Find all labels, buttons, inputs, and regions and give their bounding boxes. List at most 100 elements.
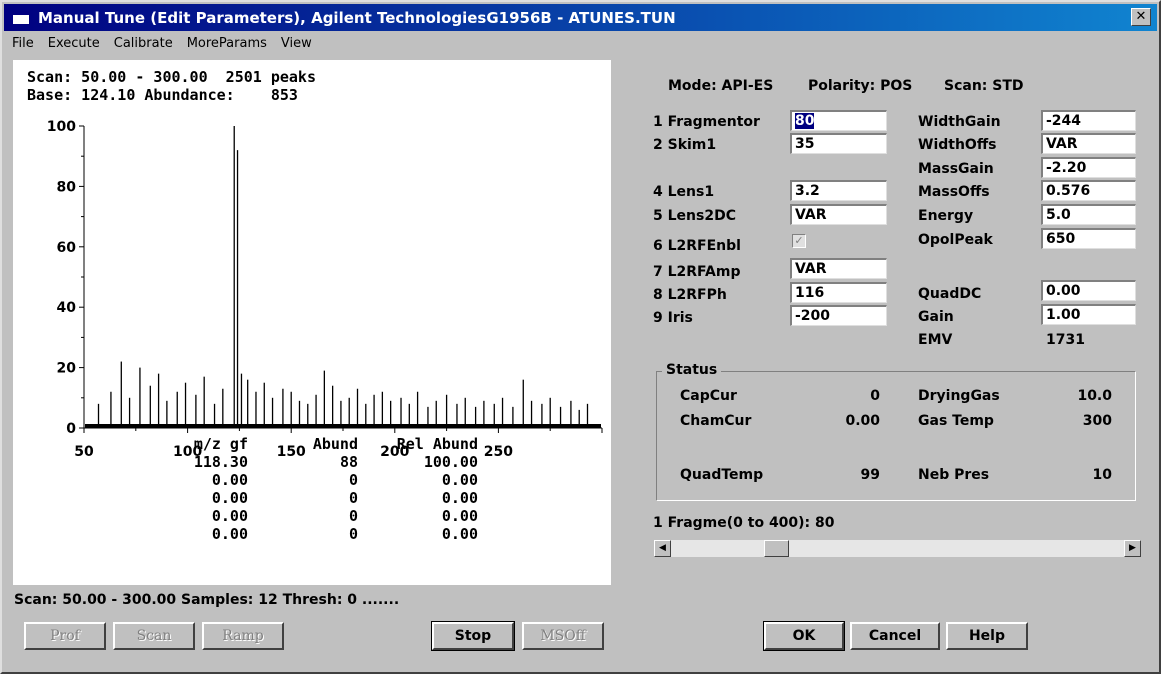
scan-button[interactable]: Scan [113, 622, 195, 650]
scan-status-text: Scan: 50.00 - 300.00 Samples: 12 Thresh:… [14, 592, 400, 608]
status-label-nebpres: Neb Pres [918, 467, 990, 483]
y-tick-label: 100 [47, 119, 76, 135]
status-value-chamcur: 0.00 [845, 413, 880, 429]
param-label-l2rfamp: 7 L2RFAmp [653, 264, 741, 280]
status-label-chamcur: ChamCur [680, 413, 752, 429]
param-label-l2rfenbl: 6 L2RFEnbl [653, 238, 741, 254]
cell-abund: 0 [348, 507, 358, 525]
param-label-fragmentor: 1 Fragmentor [653, 114, 760, 130]
skim1-field[interactable]: 35 [790, 133, 887, 154]
param-label-gain: Gain [918, 309, 954, 325]
status-value-quadtemp: 99 [860, 467, 880, 483]
quaddc-field[interactable]: 0.00 [1041, 280, 1136, 301]
param-label-energy: Energy [918, 208, 974, 224]
status-value-capcur: 0 [870, 388, 880, 404]
y-tick-label: 40 [57, 300, 77, 316]
status-value-gastemp: 300 [1082, 413, 1112, 429]
y-tick-label: 80 [57, 179, 77, 195]
menu-bar: File Execute Calibrate MoreParams View [4, 32, 1157, 54]
header-mz: m/z gf [193, 435, 248, 453]
cell-mz: 0.00 [211, 507, 248, 525]
scan-mode-text: Scan: STD [944, 78, 1024, 94]
table-row: 0.00 0 0.00 [153, 489, 478, 507]
massgain-field[interactable]: -2.20 [1041, 157, 1136, 178]
close-button[interactable]: ✕ [1131, 8, 1151, 26]
peak-table-header: m/z gf Abund Rel Abund [153, 435, 478, 453]
cell-rel-abund: 0.00 [441, 507, 478, 525]
mode-text: Mode: API-ES [668, 78, 774, 94]
gain-field[interactable]: 1.00 [1041, 304, 1136, 325]
l2rfamp-field[interactable]: VAR [790, 258, 887, 279]
lens2dc-field[interactable]: VAR [790, 204, 887, 225]
param-label-widthgain: WidthGain [918, 114, 1001, 130]
menu-moreparams[interactable]: MoreParams [179, 36, 273, 51]
noise-baseline [85, 424, 601, 428]
param-label-skim1: 2 Skim1 [653, 137, 717, 153]
param-label-l2rfph: 8 L2RFPh [653, 287, 727, 303]
status-value-dryinggas: 10.0 [1077, 388, 1112, 404]
fragmentor-slider-label: 1 Fragme(0 to 400): 80 [653, 515, 835, 531]
cell-rel-abund: 100.00 [423, 453, 478, 471]
scroll-left-icon[interactable]: ◀ [654, 540, 671, 557]
header-abund: Abund [312, 435, 358, 453]
cell-mz: 0.00 [211, 471, 248, 489]
window-title: Manual Tune (Edit Parameters), Agilent T… [38, 8, 676, 27]
param-label-quaddc: QuadDC [918, 286, 982, 302]
fragmentor-slider[interactable]: ◀ ▶ [654, 540, 1141, 557]
param-label-massoffs: MassOffs [918, 184, 990, 200]
status-value-nebpres: 10 [1092, 467, 1112, 483]
table-row: 0.00 0 0.00 [153, 471, 478, 489]
spectrum-header: Scan: 50.00 - 300.00 2501 peaks Base: 12… [27, 68, 316, 104]
stop-button[interactable]: Stop [431, 621, 515, 651]
cell-abund: 88 [339, 453, 358, 471]
emv-value: 1731 [1046, 332, 1085, 348]
msoff-button[interactable]: MSOff [522, 622, 604, 650]
y-tick-label: 20 [57, 361, 77, 377]
cancel-button[interactable]: Cancel [850, 622, 940, 650]
prof-button[interactable]: Prof [24, 622, 106, 650]
l2rfenbl-checkbox[interactable]: ✓ [792, 234, 806, 248]
y-tick-label: 60 [57, 240, 77, 256]
menu-file[interactable]: File [4, 36, 40, 51]
iris-field[interactable]: -200 [790, 305, 887, 326]
table-row: 0.00 0 0.00 [153, 525, 478, 543]
opolpeak-field[interactable]: 650 [1041, 228, 1136, 249]
status-label-quadtemp: QuadTemp [680, 467, 764, 483]
slider-thumb[interactable] [764, 540, 789, 557]
table-row: 118.30 88 100.00 [153, 453, 478, 471]
lens1-field[interactable]: 3.2 [790, 180, 887, 201]
spectrum-panel: Scan: 50.00 - 300.00 2501 peaks Base: 12… [13, 60, 611, 585]
table-row: 0.00 0 0.00 [153, 507, 478, 525]
widthoffs-field[interactable]: VAR [1041, 133, 1136, 154]
header-rel-abund: Rel Abund [396, 435, 478, 453]
y-tick-label: 0 [66, 421, 76, 437]
x-tick-label: 50 [74, 444, 94, 460]
scan-range-text: Scan: 50.00 - 300.00 2501 peaks [27, 68, 316, 86]
energy-field[interactable]: 5.0 [1041, 204, 1136, 225]
status-label-gastemp: Gas Temp [918, 413, 994, 429]
massoffs-field[interactable]: 0.576 [1041, 180, 1136, 201]
widthgain-field[interactable]: -244 [1041, 110, 1136, 131]
cell-mz: 0.00 [211, 525, 248, 543]
base-peak-text: Base: 124.10 Abundance: 853 [27, 86, 298, 104]
ok-button[interactable]: OK [763, 621, 845, 651]
scroll-right-icon[interactable]: ▶ [1124, 540, 1141, 557]
ramp-button[interactable]: Ramp [202, 622, 284, 650]
param-label-emv: EMV [918, 332, 953, 348]
menu-view[interactable]: View [273, 36, 318, 51]
menu-calibrate[interactable]: Calibrate [106, 36, 179, 51]
cell-abund: 0 [348, 489, 358, 507]
menu-execute[interactable]: Execute [40, 36, 106, 51]
cell-rel-abund: 0.00 [441, 525, 478, 543]
polarity-text: Polarity: POS [808, 78, 913, 94]
l2rfph-field[interactable]: 116 [790, 282, 887, 303]
x-tick-label: 250 [484, 444, 513, 460]
cell-mz: 0.00 [211, 489, 248, 507]
param-label-lens2dc: 5 Lens2DC [653, 208, 736, 224]
help-button[interactable]: Help [946, 622, 1028, 650]
mass-spectrum-chart: 02040608010050 100 150 200 250 [47, 119, 603, 460]
param-label-lens1: 4 Lens1 [653, 184, 715, 200]
title-bar[interactable]: Manual Tune (Edit Parameters), Agilent T… [4, 4, 1157, 31]
fragmentor-field[interactable]: 80 [790, 110, 887, 131]
param-label-iris: 9 Iris [653, 310, 693, 326]
